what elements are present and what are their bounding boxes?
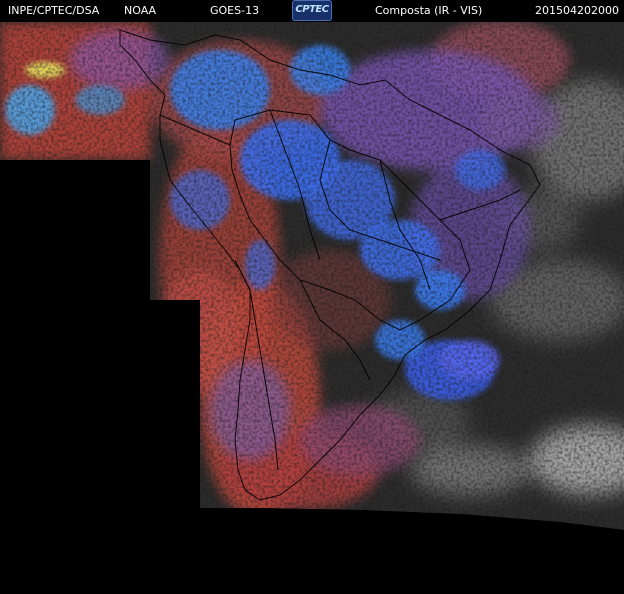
timestamp-label: 201504202000 (535, 4, 619, 17)
image-header-bar: INPE/CPTEC/DSA NOAA GOES-13 CPTEC Compos… (0, 0, 624, 22)
satellite-composite-image (0, 22, 624, 594)
no-data-region-bottom (0, 508, 624, 594)
agency-label: NOAA (124, 4, 157, 17)
cptec-logo: CPTEC (292, 0, 332, 21)
product-label: Composta (IR - VIS) (375, 4, 483, 17)
organization-label: INPE/CPTEC/DSA (8, 4, 100, 17)
satellite-label: GOES-13 (210, 4, 260, 17)
cptec-logo-text: CPTEC (295, 4, 329, 15)
